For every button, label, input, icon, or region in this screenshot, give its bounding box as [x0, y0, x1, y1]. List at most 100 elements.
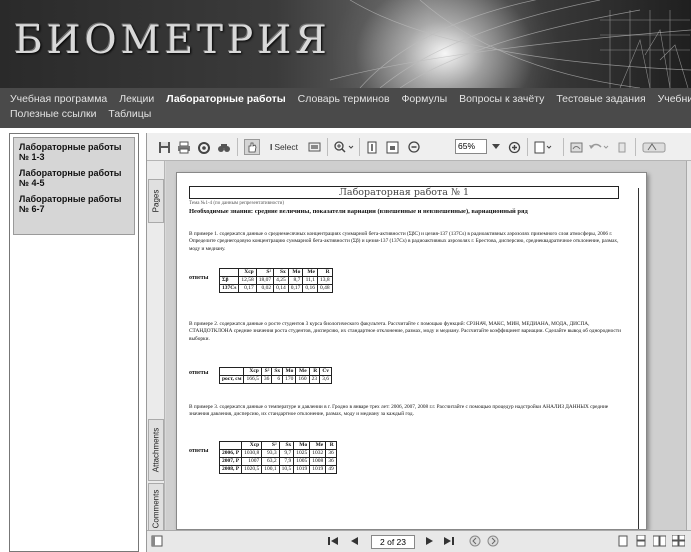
table-header-cell: S² — [260, 367, 273, 376]
table-header-cell — [218, 268, 240, 277]
nav-item-formulas[interactable]: Формулы — [401, 93, 447, 105]
document-area[interactable]: Лабораторная работа № 1 Тема №1-4 (по да… — [166, 161, 686, 530]
answers-label-3: ответы — [189, 448, 209, 454]
facing-pages-icon[interactable] — [652, 535, 667, 550]
sidebar-item-lab-4-5[interactable]: Лабораторные работы № 4-5 — [19, 168, 129, 188]
zoom-in-plus-icon[interactable] — [507, 139, 521, 155]
fit-page-icon[interactable] — [385, 139, 399, 155]
vertical-scrollbar[interactable] — [686, 161, 691, 530]
last-page-icon[interactable] — [443, 535, 455, 550]
table-cell: 11,1 — [302, 276, 318, 285]
table-row: рост, см 166,5 36 6 170 160 23 3,6 — [218, 375, 333, 384]
attach-icon[interactable] — [615, 139, 629, 155]
doc-example-3: В примере 3. содержатся данные о темпера… — [189, 404, 609, 418]
toolbar-divider — [359, 138, 360, 156]
first-page-icon[interactable] — [327, 535, 339, 550]
table-row: 2007, P 1007 63,2 7,9 1005 1008 36 — [218, 457, 337, 466]
table-cell: 1019 — [309, 465, 327, 474]
table-header-cell: Me — [295, 367, 310, 376]
tab-attachments-label: Attachments — [151, 427, 161, 473]
previous-view-icon[interactable] — [469, 535, 481, 550]
page-options-icon[interactable] — [533, 139, 557, 155]
doc-example-2: В примере 2. содержатся данные о росте с… — [189, 321, 621, 342]
table-header-cell: Me — [309, 441, 327, 450]
site-title: БИОМЕТРИЯ — [14, 18, 331, 63]
snapshot-icon[interactable] — [307, 139, 321, 155]
sidebar-item-lab-1-3[interactable]: Лабораторные работы № 1-3 — [19, 142, 129, 162]
zoom-level-field[interactable]: 65% — [455, 139, 487, 154]
table-header-cell: R — [317, 268, 333, 277]
nav-item-lectures[interactable]: Лекции — [119, 93, 154, 105]
undo-icon[interactable] — [587, 139, 611, 155]
tab-pages-label: Pages — [151, 189, 161, 213]
table-cell: 1032 — [309, 449, 327, 458]
table-cell: 1019 — [293, 465, 311, 474]
email-icon[interactable] — [197, 139, 211, 155]
tab-comments[interactable]: Comments — [148, 483, 164, 535]
nav-item-glossary[interactable]: Словарь терминов — [298, 93, 390, 105]
table-cell: 49 — [325, 465, 337, 474]
nav-item-useful-links[interactable]: Полезные ссылки — [10, 108, 96, 120]
sign-icon[interactable] — [569, 139, 583, 155]
continuous-page-icon[interactable] — [635, 534, 647, 550]
table-cell: 10,5 — [278, 465, 295, 474]
tab-attachments[interactable]: Attachments — [148, 419, 164, 481]
tab-pages[interactable]: Pages — [148, 179, 164, 223]
next-page-icon[interactable] — [425, 535, 435, 550]
nav-item-curriculum[interactable]: Учебная программа — [10, 93, 107, 105]
table-row: 2006, P 1030,8 93,3 9,7 1025 1032 36 — [218, 449, 337, 458]
doc-required-knowledge: Необходимые знания: средние величины, по… — [189, 208, 528, 215]
table-header-row: Xср S² Sx Mo Me R Cv — [218, 367, 333, 376]
toolbar-divider — [527, 138, 528, 156]
panel-toggle-icon[interactable] — [151, 535, 163, 550]
toolbar-divider — [237, 138, 238, 156]
page-frame-line — [638, 188, 639, 529]
nav-item-lab-works[interactable]: Лабораторные работы — [166, 93, 286, 105]
zoom-dropdown-icon[interactable] — [491, 139, 501, 155]
actual-size-icon[interactable] — [365, 139, 379, 155]
sidebar-item-lab-6-7[interactable]: Лабораторные работы № 6-7 — [19, 194, 129, 214]
results-table-3: Xср S² Sx Mo Me R 2006, P 1030,8 93,3 9,7 1025 1032… — [218, 441, 337, 474]
nav-item-exam-questions[interactable]: Вопросы к зачёту — [459, 93, 544, 105]
table-cell: 4,25 — [273, 276, 289, 285]
highlight-icon[interactable] — [641, 139, 667, 155]
left-sidebar: Лабораторные работы № 1-3 Лабораторные р… — [9, 133, 139, 552]
table-cell: 1005 — [293, 457, 311, 466]
table-cell: 100,1 — [261, 465, 280, 474]
table-cell: 36 — [325, 449, 337, 458]
page-number-field[interactable]: 2 of 23 — [371, 535, 415, 549]
table-header-cell: Xср — [238, 268, 257, 277]
nav-item-tests[interactable]: Тестовые задания — [556, 93, 645, 105]
table-cell: 0,17 — [238, 284, 257, 293]
table-cell: 63,2 — [261, 457, 280, 466]
table-header-cell — [218, 441, 243, 450]
print-icon[interactable] — [177, 139, 191, 155]
table-cell: 8,7 — [287, 276, 304, 285]
table-cell: 18,07 — [255, 276, 275, 285]
table-header-row: Xср S² Sx Mo Me R — [218, 268, 333, 277]
hand-tool-icon[interactable] — [244, 139, 260, 155]
doc-example-1: В примере 1. содержатся данные о среднем… — [189, 231, 619, 252]
table-cell: 93,3 — [261, 449, 280, 458]
save-icon[interactable] — [157, 139, 171, 155]
results-table-1: Xср S² Sx Mo Me R Σβ 12,58 18,07 4,25 8,7 11,1 13,8 1… — [218, 268, 333, 293]
table-cell: Σβ — [218, 276, 240, 285]
continuous-facing-icon[interactable] — [671, 534, 686, 550]
table-cell: 0,02 — [255, 284, 275, 293]
zoom-out-icon[interactable] — [407, 139, 421, 155]
page-navigation-bar: 2 of 23 — [147, 530, 691, 552]
text-cursor-icon: I — [270, 142, 273, 152]
zoom-in-icon[interactable] — [333, 139, 355, 155]
find-icon[interactable] — [217, 139, 231, 155]
table-cell: 0,14 — [273, 284, 289, 293]
viewer-toolbar: I Select 65% — [147, 133, 691, 161]
table-header-cell: R — [308, 367, 321, 376]
single-page-icon[interactable] — [617, 535, 629, 550]
next-view-icon[interactable] — [487, 535, 499, 550]
previous-page-icon[interactable] — [349, 535, 359, 550]
nav-item-tables[interactable]: Таблицы — [108, 108, 151, 120]
answers-label-1: ответы — [189, 275, 209, 281]
toolbar-divider — [327, 138, 328, 156]
select-tool-button[interactable]: I Select — [265, 139, 303, 155]
nav-item-textbooks[interactable]: Учебники — [658, 93, 691, 105]
